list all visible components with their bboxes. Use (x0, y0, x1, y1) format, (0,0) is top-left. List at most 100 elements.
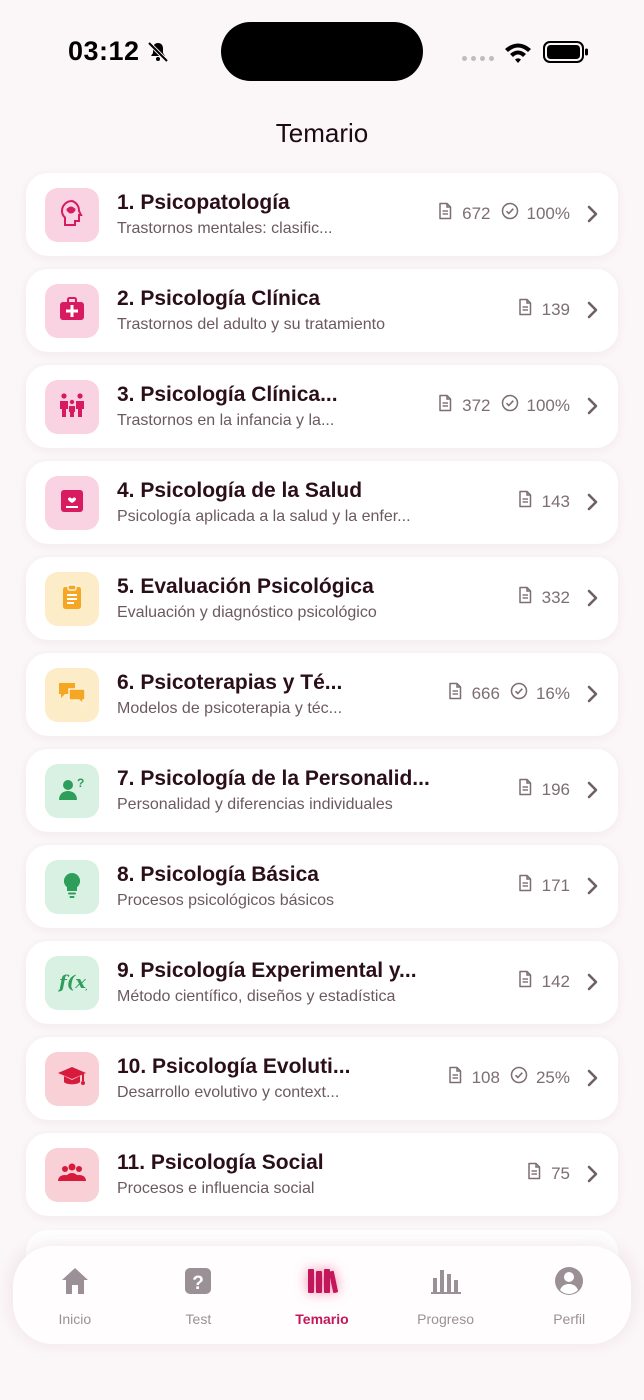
topic-card[interactable]: 1. Psicopatología Trastornos mentales: c… (26, 173, 618, 256)
topic-meta: 143 (516, 490, 570, 513)
topic-icon-box (45, 380, 99, 434)
topic-texts: 10. Psicología Evoluti... Desarrollo evo… (117, 1055, 350, 1102)
topic-meta: 332 (516, 586, 570, 609)
dynamic-island (221, 22, 423, 81)
topic-subtitle: Procesos psicológicos básicos (117, 892, 334, 909)
topic-card[interactable]: 4. Psicología de la Salud Psicología apl… (26, 461, 618, 544)
topic-title: 10. Psicología Evoluti... (117, 1055, 351, 1078)
nav-label: Temario (295, 1310, 349, 1327)
topic-meta: 372 100% (436, 394, 570, 417)
topic-card[interactable]: 8. Psicología Básica Procesos psicológic… (26, 845, 618, 928)
family-icon (57, 390, 87, 425)
topic-subtitle: Procesos e influencia social (117, 1180, 315, 1197)
document-icon (446, 1066, 464, 1089)
nav-item-temario[interactable]: Temario (267, 1264, 377, 1327)
nav-label: Test (185, 1310, 212, 1327)
person-question-icon: ? (57, 774, 87, 809)
topic-texts: 11. Psicología Social Procesos e influen… (117, 1151, 324, 1198)
topic-card[interactable]: ? 7. Psicología de la Personalid... Pers… (26, 749, 618, 832)
topic-subtitle: Trastornos mentales: clasific... (117, 220, 333, 237)
medical-kit-icon (57, 294, 87, 329)
chevron-right-icon (587, 973, 598, 991)
chevron-right-icon (587, 781, 598, 799)
document-icon (516, 778, 534, 801)
question-count: 332 (541, 587, 570, 607)
topic-subtitle: Personalidad y diferencias individuales (117, 796, 393, 813)
topic-meta: 108 25% (446, 1066, 570, 1089)
clipboard-icon (57, 582, 87, 617)
question-icon: ? (181, 1264, 215, 1303)
chevron-right-icon (587, 589, 598, 607)
topic-icon-box: f(x) (45, 956, 99, 1010)
nav-label: Progreso (417, 1310, 474, 1327)
svg-text:?: ? (77, 776, 84, 790)
nav-label: Perfil (553, 1310, 586, 1327)
document-icon (516, 586, 534, 609)
graduation-cap-icon (57, 1062, 87, 1097)
document-icon (516, 298, 534, 321)
check-circle-icon (510, 682, 528, 705)
nav-item-inicio[interactable]: Inicio (20, 1264, 130, 1327)
group-icon (57, 1158, 87, 1193)
check-circle-icon (501, 394, 519, 417)
topic-meta: 672 100% (436, 202, 570, 225)
document-icon (516, 490, 534, 513)
wifi-icon (505, 43, 531, 63)
check-circle-icon (510, 1066, 528, 1089)
lightbulb-icon (57, 870, 87, 905)
topic-icon-box (45, 188, 99, 242)
topic-title: 9. Psicología Experimental y... (117, 959, 417, 982)
topic-title: 4. Psicología de la Salud (117, 479, 363, 502)
health-card-icon (57, 486, 87, 521)
topic-subtitle: Método científico, diseños y estadística (117, 988, 396, 1005)
brain-head-icon (57, 198, 87, 233)
document-icon (436, 394, 454, 417)
topic-meta: 142 (516, 970, 570, 993)
progress-percent: 100% (526, 395, 570, 415)
bar-chart-icon (429, 1264, 463, 1303)
document-icon (446, 682, 464, 705)
chevron-right-icon (587, 493, 598, 511)
document-icon (525, 1162, 543, 1185)
topic-title: 3. Psicología Clínica... (117, 383, 338, 406)
topic-meta: 666 16% (446, 682, 570, 705)
topic-texts: 1. Psicopatología Trastornos mentales: c… (117, 191, 332, 238)
topic-card[interactable]: 6. Psicoterapias y Té... Modelos de psic… (26, 653, 618, 736)
chevron-right-icon (587, 1165, 598, 1183)
topic-card[interactable]: 3. Psicología Clínica... Trastornos en l… (26, 365, 618, 448)
status-time: 03:12 (68, 36, 140, 66)
chevron-right-icon (587, 205, 598, 223)
signal-icon (462, 56, 494, 61)
question-count: 666 (471, 683, 500, 703)
nav-label: Inicio (58, 1310, 92, 1327)
status-bar: 03:12 (0, 0, 644, 105)
nav-item-perfil[interactable]: Perfil (514, 1264, 624, 1327)
topic-title: 7. Psicología de la Personalid... (117, 767, 430, 790)
topic-icon-box (45, 1052, 99, 1106)
topic-card[interactable]: 11. Psicología Social Procesos e influen… (26, 1133, 618, 1216)
check-circle-icon (501, 202, 519, 225)
svg-text:?: ? (193, 1273, 205, 1294)
question-count: 139 (541, 299, 570, 319)
nav-item-progreso[interactable]: Progreso (391, 1264, 501, 1327)
progress-percent: 100% (526, 203, 570, 223)
topic-subtitle: Psicología aplicada a la salud y la enfe… (117, 508, 411, 525)
progress-percent: 16% (535, 683, 570, 703)
topic-texts: 4. Psicología de la Salud Psicología apl… (117, 479, 411, 526)
topic-meta: 171 (516, 874, 570, 897)
nav-item-test[interactable]: ? Test (143, 1264, 253, 1327)
chevron-right-icon (587, 877, 598, 895)
topic-card[interactable]: 10. Psicología Evoluti... Desarrollo evo… (26, 1037, 618, 1120)
progress-percent: 25% (535, 1067, 570, 1087)
topic-icon-box (45, 572, 99, 626)
question-count: 142 (541, 971, 570, 991)
topic-card[interactable]: 2. Psicología Clínica Trastornos del adu… (26, 269, 618, 352)
topic-texts: 2. Psicología Clínica Trastornos del adu… (117, 287, 385, 334)
topic-card[interactable]: f(x) 9. Psicología Experimental y... Mét… (26, 941, 618, 1024)
chat-bubbles-icon (57, 678, 87, 713)
topic-card[interactable]: 5. Evaluación Psicológica Evaluación y d… (26, 557, 618, 640)
topic-texts: 5. Evaluación Psicológica Evaluación y d… (117, 575, 377, 622)
topic-title: 5. Evaluación Psicológica (117, 575, 374, 598)
topic-title: 6. Psicoterapias y Té... (117, 671, 343, 694)
topic-subtitle: Modelos de psicoterapia y téc... (117, 700, 343, 717)
